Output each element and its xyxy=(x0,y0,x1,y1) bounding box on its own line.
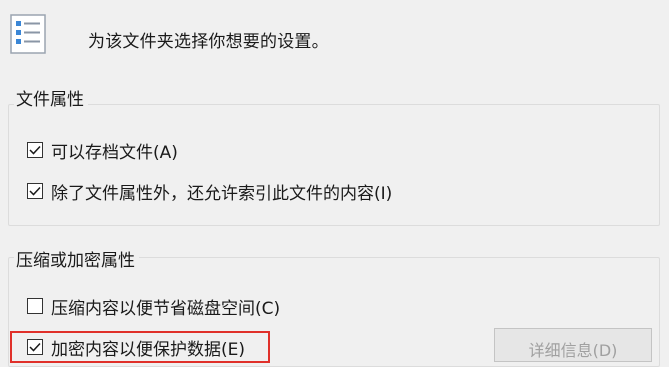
index-option[interactable]: 除了文件属性外，还允许索引此文件的内容(I) xyxy=(27,180,393,204)
compress-label: 压缩内容以便节省磁盘空间(C) xyxy=(51,298,281,319)
archive-label: 可以存档文件(A) xyxy=(51,142,178,163)
encrypt-label: 加密内容以便保护数据(E) xyxy=(51,339,246,360)
folder-settings-icon xyxy=(10,14,46,54)
compress-encrypt-title: 压缩或加密属性 xyxy=(14,251,139,271)
checkmark-icon xyxy=(29,342,41,352)
checkmark-icon xyxy=(29,186,41,196)
encrypt-option[interactable]: 加密内容以便保护数据(E) xyxy=(27,336,246,360)
index-label: 除了文件属性外，还允许索引此文件的内容(I) xyxy=(51,183,393,204)
archive-option[interactable]: 可以存档文件(A) xyxy=(27,139,178,163)
index-checkbox[interactable] xyxy=(27,183,43,199)
file-attributes-group xyxy=(8,104,660,226)
compress-option[interactable]: 压缩内容以便节省磁盘空间(C) xyxy=(27,295,281,319)
checkmark-icon xyxy=(29,145,41,155)
compress-checkbox[interactable] xyxy=(27,298,43,314)
archive-checkbox[interactable] xyxy=(27,142,43,158)
file-attributes-title: 文件属性 xyxy=(14,90,88,110)
header-description: 为该文件夹选择你想要的设置。 xyxy=(88,32,329,52)
details-button[interactable]: 详细信息(D) xyxy=(494,328,652,362)
